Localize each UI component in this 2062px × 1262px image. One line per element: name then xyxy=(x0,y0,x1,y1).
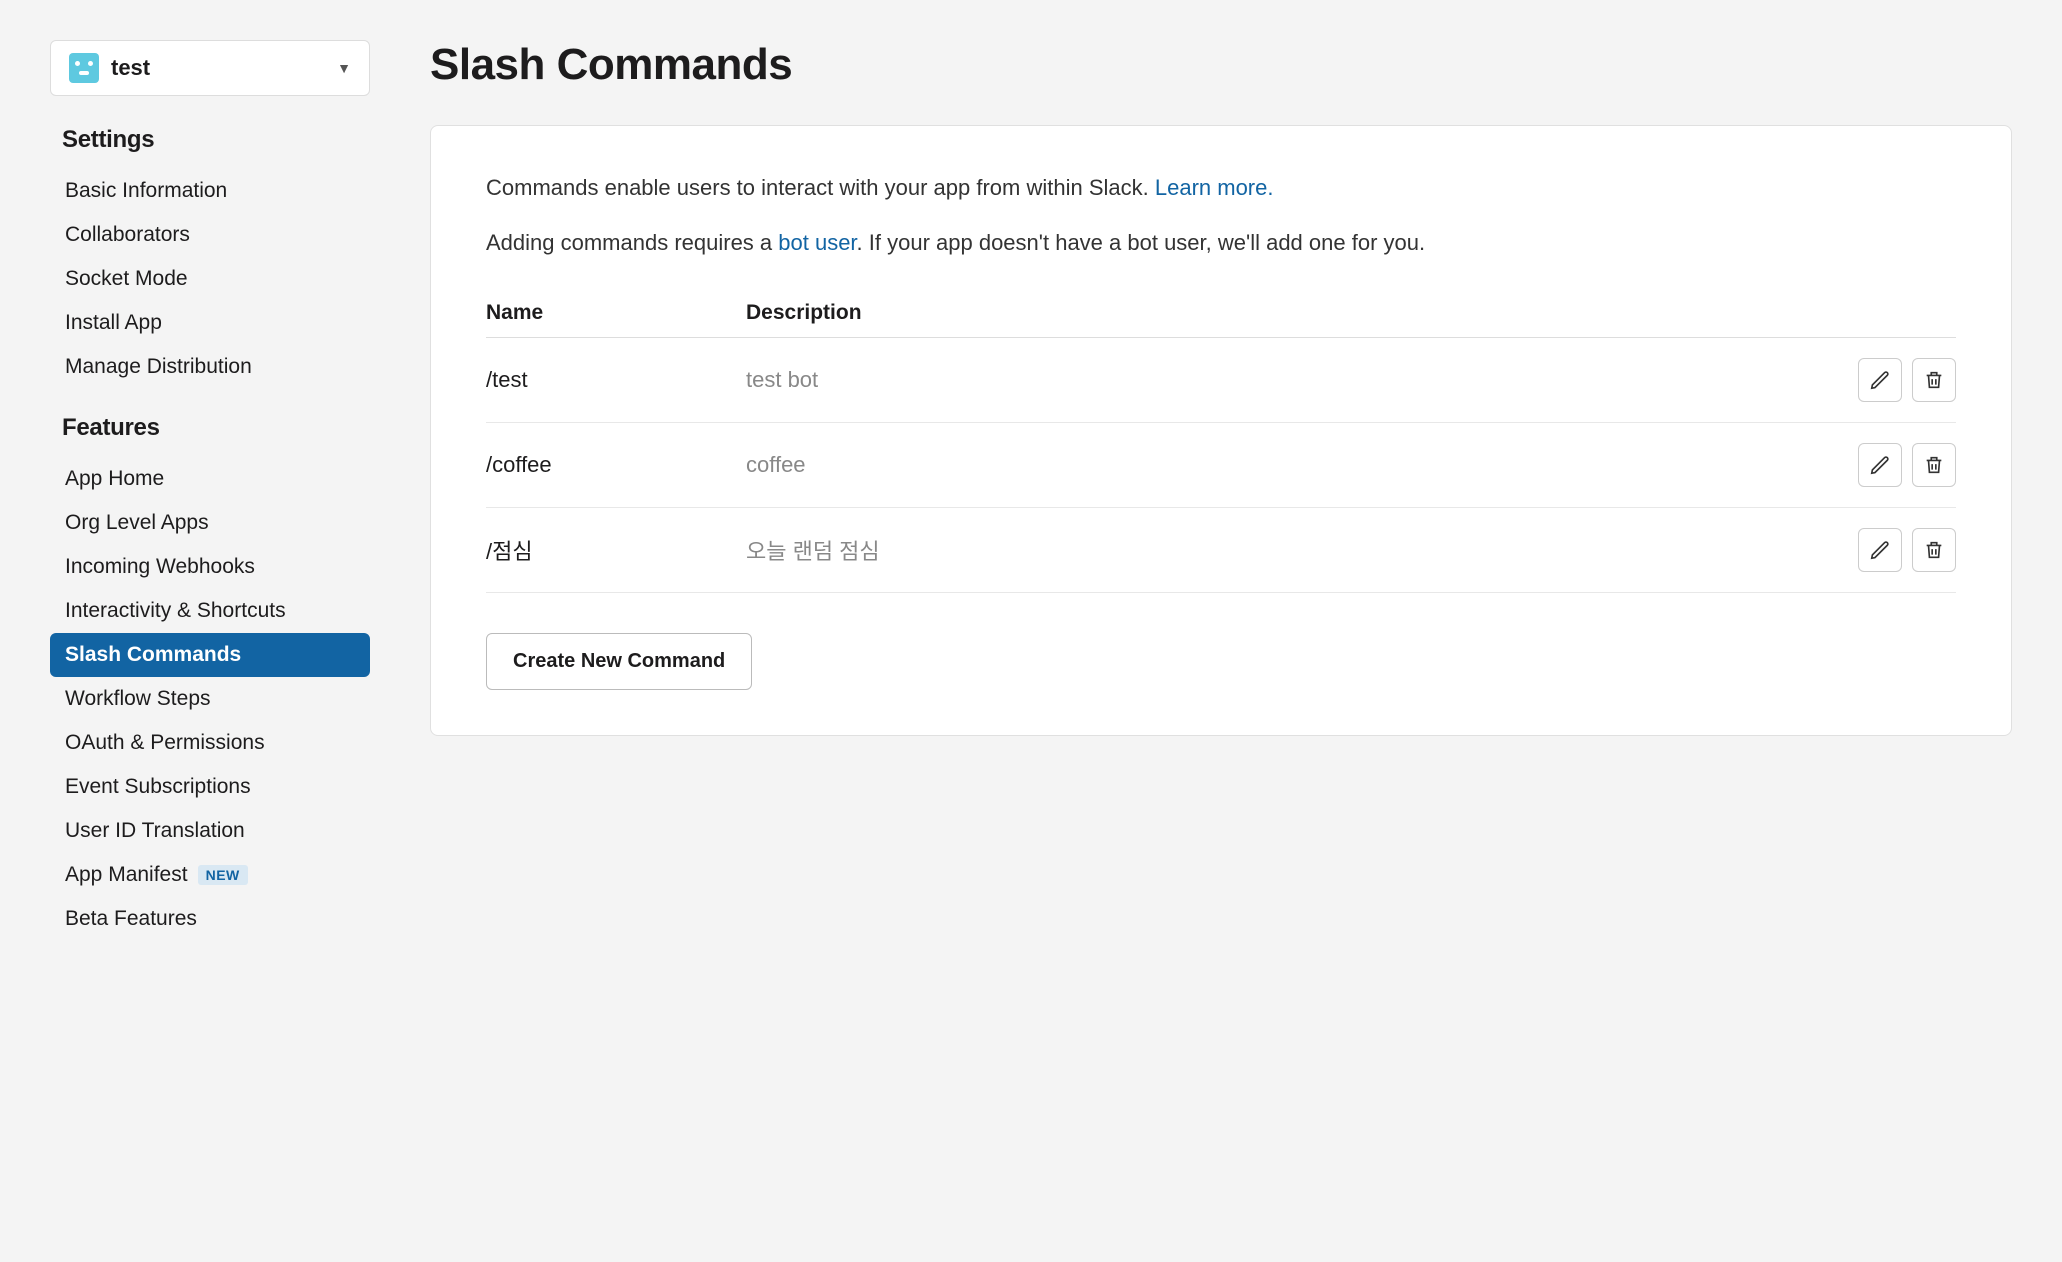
intro-paragraph-1: Commands enable users to interact with y… xyxy=(486,171,1956,204)
command-name: /coffee xyxy=(486,452,746,478)
trash-icon xyxy=(1923,369,1945,391)
settings-header: Settings xyxy=(62,126,370,154)
edit-button[interactable] xyxy=(1858,358,1902,402)
sidebar-item-settings[interactable]: Manage Distribution xyxy=(50,345,370,389)
sidebar-item-label: App Manifest xyxy=(65,863,188,887)
sidebar-item-label: Basic Information xyxy=(65,179,227,203)
sidebar-item-label: Install App xyxy=(65,311,162,335)
sidebar-item-features[interactable]: OAuth & Permissions xyxy=(50,721,370,765)
gopher-icon xyxy=(69,53,99,83)
bot-user-link[interactable]: bot user xyxy=(778,230,856,255)
sidebar-item-settings[interactable]: Collaborators xyxy=(50,213,370,257)
sidebar-item-features[interactable]: Beta Features xyxy=(50,897,370,941)
table-row: /coffeecoffee xyxy=(486,423,1956,508)
sidebar-item-settings[interactable]: Basic Information xyxy=(50,169,370,213)
command-description: 오늘 랜덤 점심 xyxy=(746,534,1826,566)
command-description: test bot xyxy=(746,367,1826,393)
sidebar-item-label: Incoming Webhooks xyxy=(65,555,255,579)
sidebar-item-features[interactable]: Workflow Steps xyxy=(50,677,370,721)
learn-more-link[interactable]: Learn more. xyxy=(1155,175,1274,200)
chevron-down-icon: ▼ xyxy=(337,60,351,76)
sidebar-item-features[interactable]: Event Subscriptions xyxy=(50,765,370,809)
command-name: /test xyxy=(486,367,746,393)
column-header-name: Name xyxy=(486,301,746,325)
sidebar-item-label: Interactivity & Shortcuts xyxy=(65,599,286,623)
app-name: test xyxy=(111,55,150,81)
intro-text: . If your app doesn't have a bot user, w… xyxy=(857,230,1426,255)
sidebar-item-label: Manage Distribution xyxy=(65,355,252,379)
sidebar-item-label: OAuth & Permissions xyxy=(65,731,265,755)
row-actions xyxy=(1826,358,1956,402)
sidebar-item-label: User ID Translation xyxy=(65,819,245,843)
sidebar-item-features[interactable]: User ID Translation xyxy=(50,809,370,853)
main-content: Slash Commands Commands enable users to … xyxy=(430,40,2012,1222)
delete-button[interactable] xyxy=(1912,443,1956,487)
pencil-icon xyxy=(1869,369,1891,391)
delete-button[interactable] xyxy=(1912,528,1956,572)
pencil-icon xyxy=(1869,539,1891,561)
new-badge: NEW xyxy=(198,865,248,885)
intro-text: Commands enable users to interact with y… xyxy=(486,175,1155,200)
column-header-description: Description xyxy=(746,301,1826,325)
sidebar-item-label: Slash Commands xyxy=(65,643,241,667)
sidebar-item-features[interactable]: Org Level Apps xyxy=(50,501,370,545)
sidebar-item-label: Workflow Steps xyxy=(65,687,211,711)
sidebar-item-label: Collaborators xyxy=(65,223,190,247)
sidebar-item-features[interactable]: Interactivity & Shortcuts xyxy=(50,589,370,633)
row-actions xyxy=(1826,443,1956,487)
trash-icon xyxy=(1923,539,1945,561)
sidebar-item-features[interactable]: App Home xyxy=(50,457,370,501)
app-selector[interactable]: test ▼ xyxy=(50,40,370,96)
page-title: Slash Commands xyxy=(430,40,2012,90)
row-actions xyxy=(1826,528,1956,572)
features-header: Features xyxy=(62,414,370,442)
sidebar-item-label: Beta Features xyxy=(65,907,197,931)
trash-icon xyxy=(1923,454,1945,476)
edit-button[interactable] xyxy=(1858,528,1902,572)
command-description: coffee xyxy=(746,452,1826,478)
pencil-icon xyxy=(1869,454,1891,476)
intro-paragraph-2: Adding commands requires a bot user. If … xyxy=(486,226,1956,259)
sidebar-item-label: App Home xyxy=(65,467,164,491)
edit-button[interactable] xyxy=(1858,443,1902,487)
sidebar-item-settings[interactable]: Socket Mode xyxy=(50,257,370,301)
sidebar-item-settings[interactable]: Install App xyxy=(50,301,370,345)
commands-panel: Commands enable users to interact with y… xyxy=(430,125,2012,736)
sidebar-item-features[interactable]: Slash Commands xyxy=(50,633,370,677)
sidebar-item-label: Socket Mode xyxy=(65,267,188,291)
app-selector-left: test xyxy=(69,53,150,83)
sidebar: test ▼ Settings Basic Information Collabo… xyxy=(50,40,370,1222)
table-row: /점심오늘 랜덤 점심 xyxy=(486,508,1956,593)
create-command-button[interactable]: Create New Command xyxy=(486,633,752,690)
sidebar-item-label: Event Subscriptions xyxy=(65,775,251,799)
table-header: Name Description xyxy=(486,289,1956,338)
delete-button[interactable] xyxy=(1912,358,1956,402)
sidebar-item-features[interactable]: App Manifest NEW xyxy=(50,853,370,897)
table-row: /testtest bot xyxy=(486,338,1956,423)
intro-text: Adding commands requires a xyxy=(486,230,778,255)
sidebar-item-label: Org Level Apps xyxy=(65,511,209,535)
command-name: /점심 xyxy=(486,534,746,566)
sidebar-item-features[interactable]: Incoming Webhooks xyxy=(50,545,370,589)
commands-table: Name Description /testtest bot/coffeecof… xyxy=(486,289,1956,593)
